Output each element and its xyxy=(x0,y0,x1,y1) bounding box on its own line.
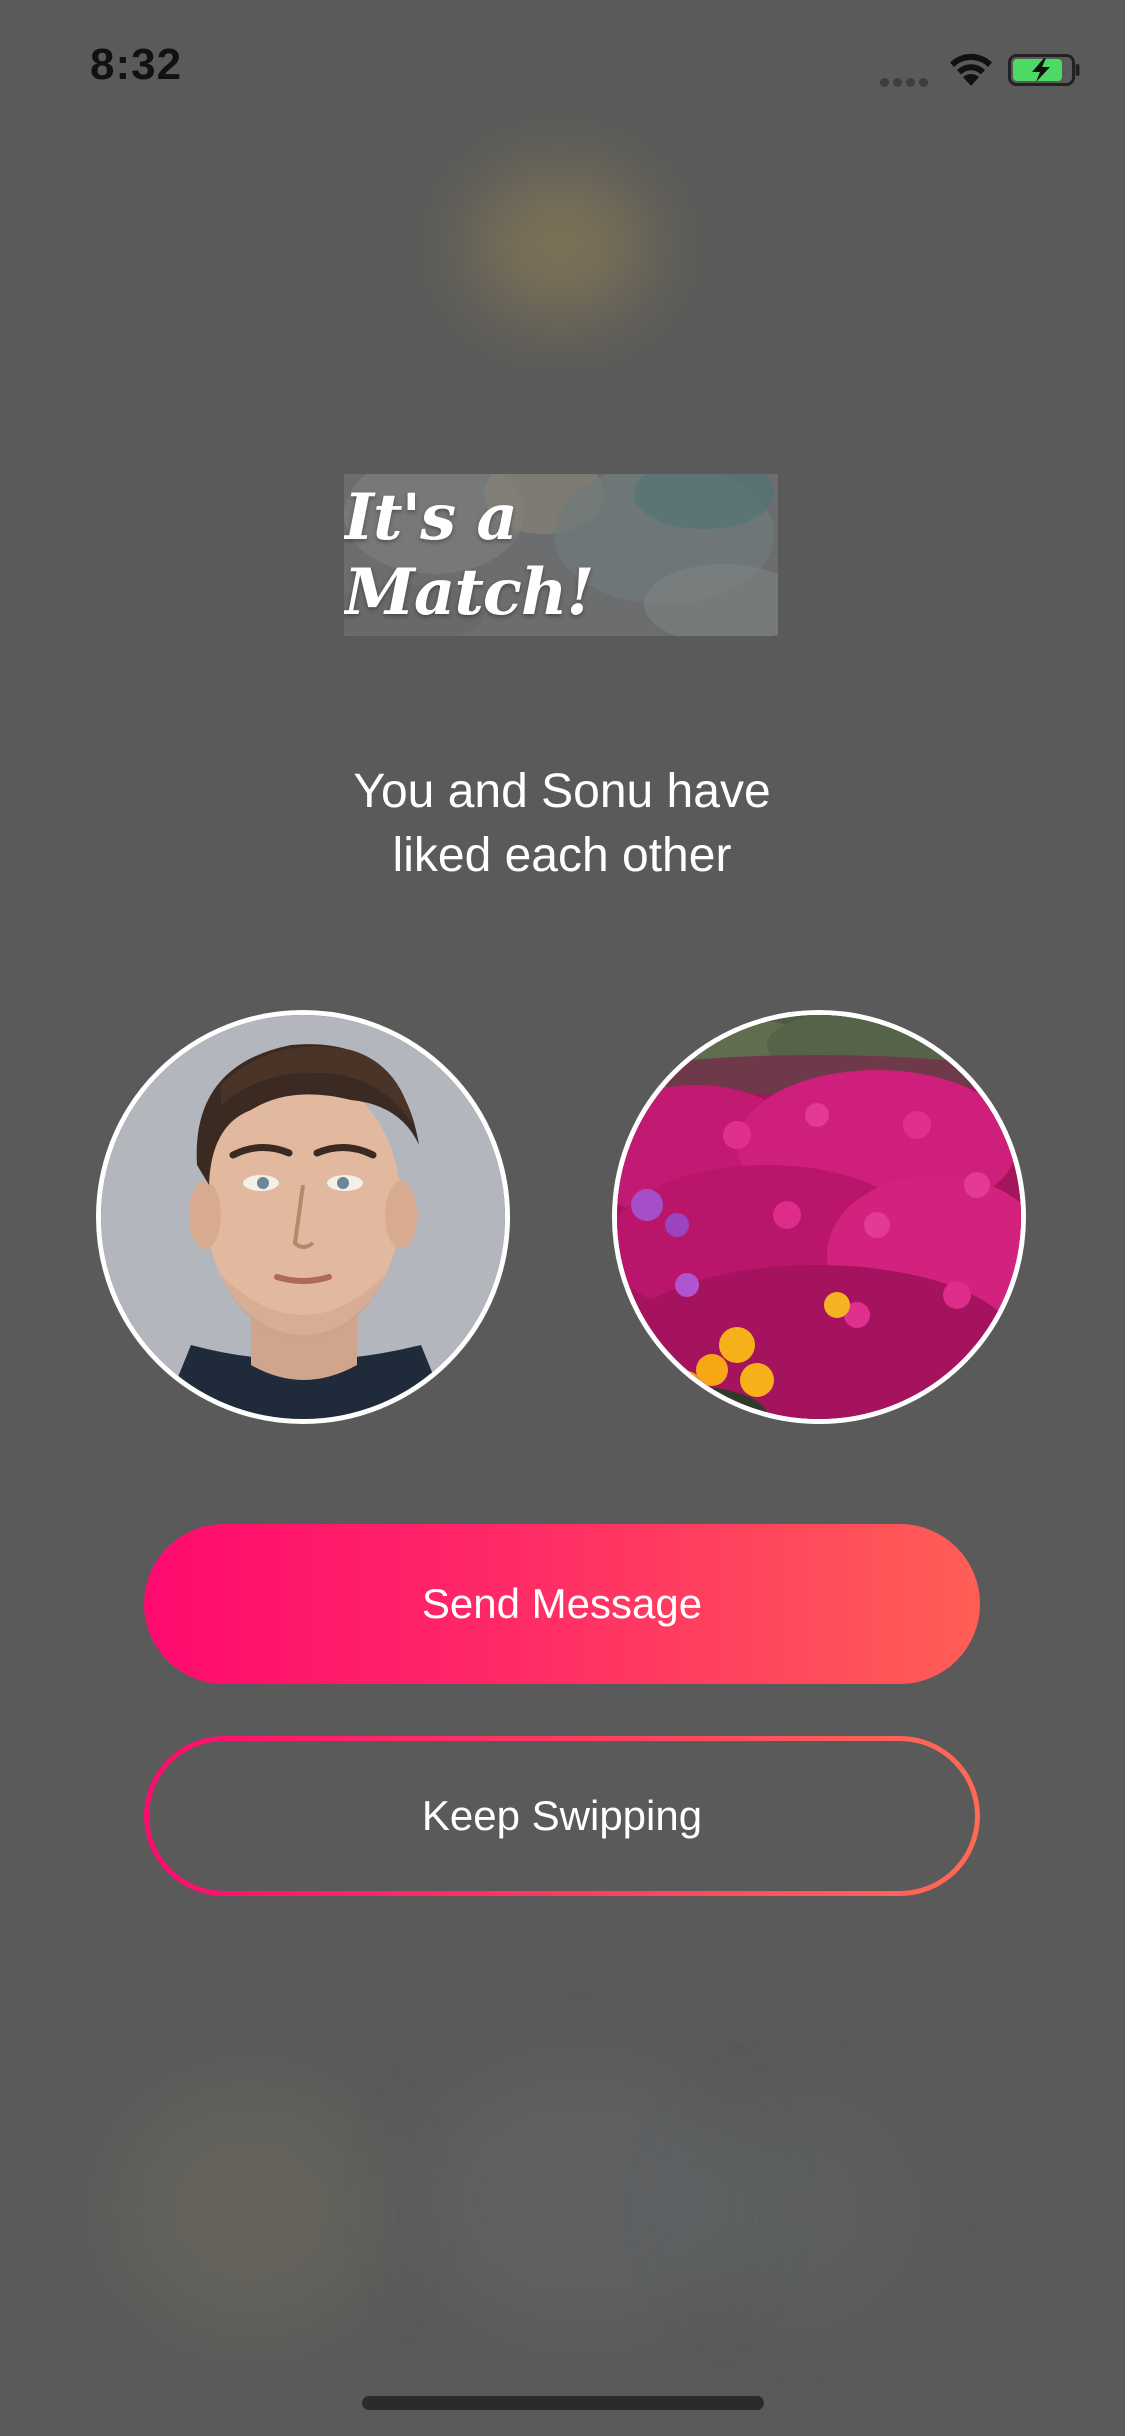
match-message-line: You and Sonu have xyxy=(353,765,771,818)
flower-photo-icon xyxy=(617,1015,1021,1419)
cellular-signal-icon xyxy=(880,74,936,87)
user-avatar[interactable] xyxy=(96,1010,510,1424)
match-message: You and Sonu have liked each other xyxy=(262,760,862,888)
user-photo-icon xyxy=(101,1015,505,1419)
match-title: It's a Match! xyxy=(344,480,594,630)
match-avatar[interactable] xyxy=(612,1010,1026,1424)
match-banner: It's a Match! xyxy=(344,474,778,636)
background-glow xyxy=(120,2090,380,2330)
keep-swipping-button[interactable]: Keep Swipping xyxy=(144,1736,980,1896)
send-message-button[interactable]: Send Message xyxy=(144,1524,980,1684)
wifi-icon xyxy=(948,50,994,88)
status-time: 8:32 xyxy=(90,40,183,89)
match-message-line: liked each other xyxy=(392,829,732,882)
home-indicator[interactable] xyxy=(362,2396,764,2410)
send-message-label: Send Message xyxy=(421,1580,703,1627)
background-glow xyxy=(420,2070,740,2330)
status-bar: 8:32 xyxy=(0,0,1125,140)
keep-swipping-label: Keep Swipping xyxy=(421,1792,703,1839)
background-glow xyxy=(700,2110,900,2310)
match-screen: 8:32 It's a Match! You and Sonu have lik… xyxy=(0,0,1125,2436)
battery-charging-icon xyxy=(1008,54,1082,86)
background-glow xyxy=(470,170,650,320)
